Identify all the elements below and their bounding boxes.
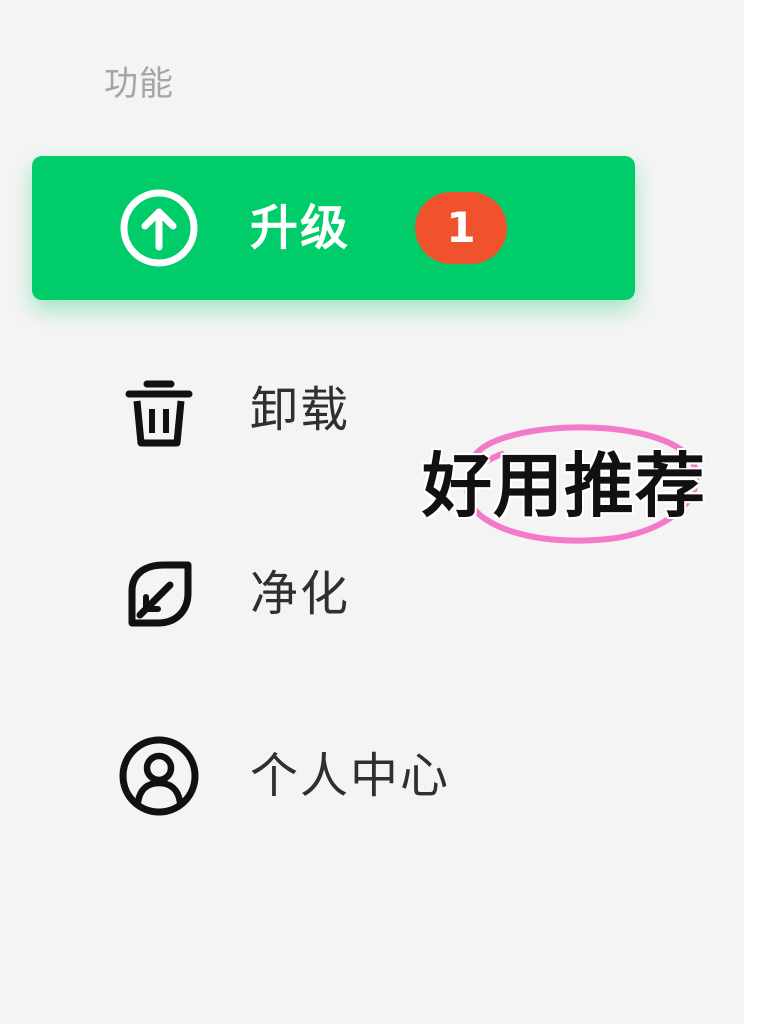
- upgrade-arrow-circle-icon: [116, 185, 202, 271]
- sidebar-item-label: 净化: [250, 566, 351, 622]
- sidebar-item-upgrade[interactable]: 升级 1: [32, 156, 635, 300]
- recommendation-text: 好用推荐: [422, 445, 706, 527]
- sidebar-item-label: 个人中心: [250, 748, 451, 804]
- section-label: 功能: [104, 64, 174, 104]
- leaf-icon: [116, 551, 202, 637]
- notification-badge: 1: [415, 192, 507, 264]
- trash-icon: [116, 367, 202, 453]
- user-circle-icon: [116, 733, 202, 819]
- sidebar-item-label: 卸载: [250, 382, 351, 438]
- recommendation-annotation: 好用推荐: [418, 418, 738, 548]
- sidebar-item-profile[interactable]: 个人中心: [32, 704, 635, 848]
- sidebar-item-label: 升级: [250, 200, 351, 256]
